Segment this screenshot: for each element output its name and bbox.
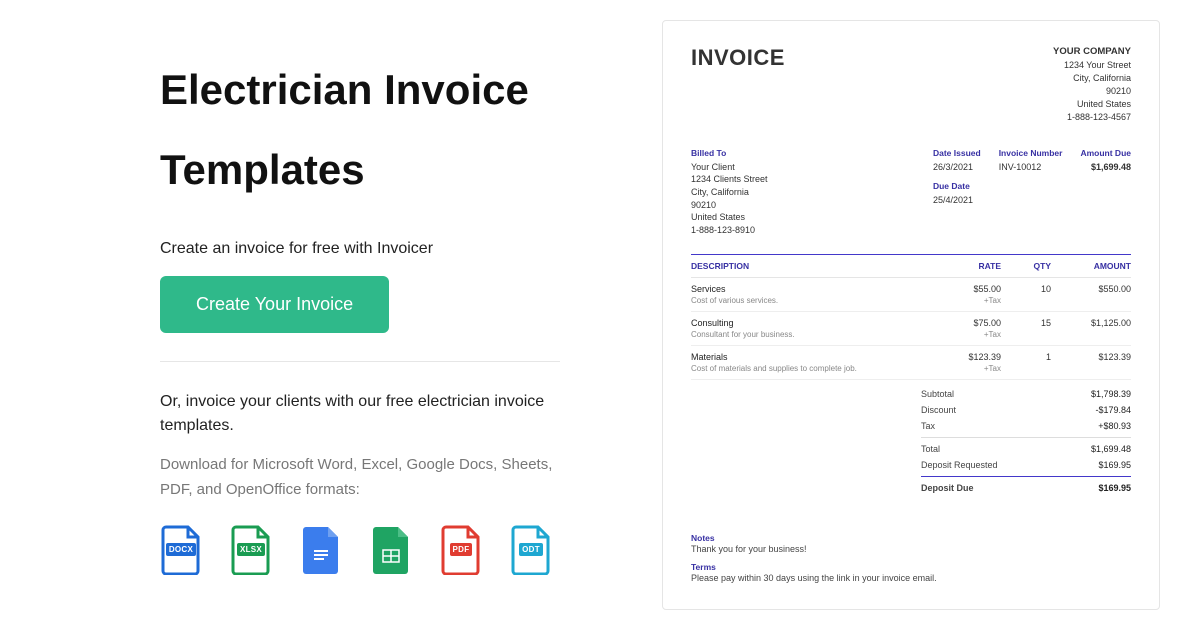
plus-tax: +Tax [931,364,1001,373]
item-amount: $123.39 [1051,352,1131,373]
item-rate: $55.00 [931,284,1001,294]
format-icons: DOCX XLSX PDF ODT [160,525,560,575]
item-qty: 15 [1001,318,1051,339]
odt-icon[interactable]: ODT [510,525,552,575]
client-zip: 90210 [691,199,915,212]
item-name: Consulting [691,318,931,328]
table-header: DESCRIPTION RATE QTY AMOUNT [691,254,1131,278]
item-name: Services [691,284,931,294]
client-country: United States [691,211,915,224]
terms-heading: Terms [691,562,1131,572]
item-amount: $550.00 [1051,284,1131,305]
gdocs-icon[interactable] [300,525,342,575]
subtotal-value: $1,798.39 [1091,389,1131,399]
hero-subtitle: Create an invoice for free with Invoicer [160,240,560,258]
company-street: 1234 Your Street [1053,59,1131,72]
table-row: ConsultingConsultant for your business. … [691,312,1131,346]
tax-value: +$80.93 [1098,421,1131,431]
company-block: YOUR COMPANY 1234 Your Street City, Cali… [1053,45,1131,124]
discount-label: Discount [921,405,956,415]
item-note: Consultant for your business. [691,330,931,339]
pdf-icon[interactable]: PDF [440,525,482,575]
pdf-label: PDF [450,543,473,556]
amount-due-value: $1,699.48 [1080,161,1131,174]
item-qty: 1 [1001,352,1051,373]
discount-value: -$179.84 [1095,405,1131,415]
company-zip: 90210 [1053,85,1131,98]
invoice-number-label: Invoice Number [999,148,1063,160]
xlsx-label: XLSX [237,543,265,556]
client-city: City, California [691,186,915,199]
billed-to-label: Billed To [691,148,915,160]
docx-label: DOCX [166,543,196,556]
deposit-req-value: $169.95 [1098,460,1131,470]
col-description: DESCRIPTION [691,261,931,271]
plus-tax: +Tax [931,330,1001,339]
company-phone: 1-888-123-4567 [1053,111,1131,124]
col-qty: QTY [1001,261,1051,271]
gsheets-icon[interactable] [370,525,412,575]
deposit-req-label: Deposit Requested [921,460,998,470]
odt-label: ODT [519,543,543,556]
company-city: City, California [1053,72,1131,85]
tax-label: Tax [921,421,935,431]
col-rate: RATE [931,261,1001,271]
client-phone: 1-888-123-8910 [691,224,915,237]
plus-tax: +Tax [931,296,1001,305]
item-note: Cost of materials and supplies to comple… [691,364,931,373]
terms-text: Please pay within 30 days using the link… [691,573,1131,583]
item-name: Materials [691,352,931,362]
item-rate: $75.00 [931,318,1001,328]
invoice-number-value: INV-10012 [999,161,1063,174]
item-rate: $123.39 [931,352,1001,362]
company-country: United States [1053,98,1131,111]
xlsx-icon[interactable]: XLSX [230,525,272,575]
date-issued-label: Date Issued [933,148,981,160]
notes-heading: Notes [691,533,1131,543]
invoice-preview: INVOICE YOUR COMPANY 1234 Your Street Ci… [662,20,1160,610]
divider [160,361,560,362]
create-invoice-button[interactable]: Create Your Invoice [160,276,389,333]
client-name: Your Client [691,161,915,174]
page-title: Electrician Invoice Templates [160,50,560,210]
subtotal-label: Subtotal [921,389,954,399]
amount-due-label: Amount Due [1080,148,1131,160]
item-qty: 10 [1001,284,1051,305]
or-line: Or, invoice your clients with our free e… [160,390,560,438]
deposit-due-label: Deposit Due [921,483,974,493]
total-label: Total [921,444,940,454]
table-row: Services Cost of various services. $55.00… [691,278,1131,312]
item-note: Cost of various services. [691,296,931,305]
due-date-value: 25/4/2021 [933,194,981,207]
notes-text: Thank you for your business! [691,544,1131,554]
deposit-due-value: $169.95 [1098,483,1131,493]
invoice-heading: INVOICE [691,45,785,124]
totals-block: Subtotal $1,798.39 Discount -$179.84 Tax +$… [921,386,1131,496]
date-issued-value: 26/3/2021 [933,161,981,174]
col-amount: AMOUNT [1051,261,1131,271]
company-name: YOUR COMPANY [1053,45,1131,59]
client-street: 1234 Clients Street [691,173,915,186]
due-date-label: Due Date [933,181,981,193]
download-line: Download for Microsoft Word, Excel, Goog… [160,452,560,503]
total-value: $1,699.48 [1091,444,1131,454]
item-amount: $1,125.00 [1051,318,1131,339]
docx-icon[interactable]: DOCX [160,525,202,575]
table-row: Materials Cost of materials and supplies … [691,346,1131,380]
